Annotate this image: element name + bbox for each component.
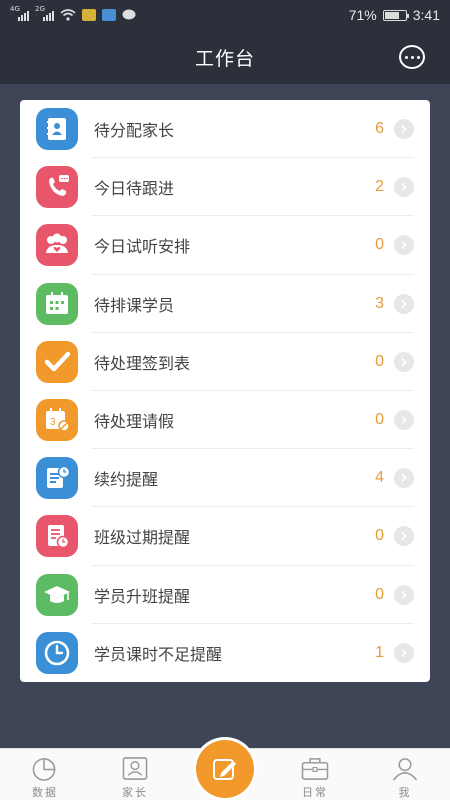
calendar-cancel-icon: 3: [36, 399, 78, 442]
list-item-label: 班级过期提醒: [94, 528, 191, 548]
list-item-label: 待处理请假: [94, 412, 175, 432]
sim2-network-label: 2G: [35, 5, 45, 13]
list-item-label: 今日待跟进: [94, 179, 175, 199]
list-item-label: 学员升班提醒: [94, 586, 191, 606]
list-item-count: 0: [375, 585, 384, 603]
pie-chart-icon: [32, 758, 56, 781]
nav-label: 家长: [122, 786, 148, 799]
task-list-card: 待分配家长 6 今日待跟进 2 今日试听安排 0 待排课学员 3 待处理签到表 0 3 待处理请假 0 续…: [20, 100, 430, 682]
battery-icon: [382, 9, 409, 21]
list-item[interactable]: 待排课学员 3: [20, 275, 430, 333]
list-item-count: 0: [375, 352, 384, 370]
list-item[interactable]: 3 待处理请假 0: [20, 391, 430, 450]
list-item-count: 3: [375, 294, 384, 312]
document-clock-icon: [36, 457, 78, 500]
people-heart-icon: [36, 224, 78, 267]
nav-label: 数据: [32, 786, 58, 799]
app-header: 工作台: [0, 30, 450, 84]
chevron-right-icon: [394, 177, 414, 198]
list-item-count: 0: [375, 411, 384, 429]
person-icon: [392, 758, 418, 781]
list-item[interactable]: 今日待跟进 2: [20, 158, 430, 217]
chevron-right-icon: [394, 119, 414, 140]
list-item[interactable]: 待分配家长 6: [20, 100, 430, 159]
status-bar: 4G 2G 71% 3:41: [0, 0, 450, 30]
chevron-right-icon: [394, 410, 414, 431]
nav-tab-data[interactable]: 数据: [0, 749, 90, 800]
notebook-clock-icon: [36, 515, 78, 558]
list-item-count: 4: [375, 469, 384, 487]
chevron-right-icon: [394, 642, 414, 663]
chevron-right-icon: [394, 351, 414, 372]
signal-icon-2: 2G: [35, 5, 54, 21]
list-item[interactable]: 续约提醒 4: [20, 449, 430, 508]
briefcase-icon: [301, 758, 329, 780]
clock-time: 3:41: [412, 7, 440, 23]
list-item-count: 0: [375, 527, 384, 545]
graduation-cap-icon: [36, 573, 78, 616]
list-item-label: 续约提醒: [94, 470, 159, 490]
page-title: 工作台: [194, 47, 255, 70]
list-item-label: 待分配家长: [94, 121, 175, 141]
nav-label: 日常: [302, 786, 328, 799]
chevron-right-icon: [394, 293, 414, 314]
center-edit-button[interactable]: [193, 737, 257, 800]
app-notification-icon: [82, 9, 96, 21]
list-item-label: 学员课时不足提醒: [94, 644, 223, 664]
nav-label: 我: [398, 786, 412, 799]
sim1-network-label: 4G: [10, 5, 20, 13]
phone-call-icon: [36, 166, 78, 209]
list-item[interactable]: 学员课时不足提醒 1: [20, 624, 430, 682]
checkmark-icon: [36, 340, 78, 383]
clock-icon: [36, 631, 78, 674]
chevron-right-icon: [394, 526, 414, 547]
photo-notification-icon: [102, 9, 116, 21]
chevron-right-icon: [394, 235, 414, 256]
list-item[interactable]: 班级过期提醒 0: [20, 507, 430, 566]
chevron-right-icon: [394, 584, 414, 605]
list-item[interactable]: 待处理签到表 0: [20, 333, 430, 392]
calendar-icon: [36, 282, 78, 325]
nav-tab-me[interactable]: 我: [360, 749, 450, 800]
list-item-count: 6: [375, 120, 384, 138]
signal-icon: 4G: [10, 5, 29, 21]
chat-bubble-icon: [122, 9, 136, 20]
list-item-count: 0: [375, 236, 384, 254]
nav-tab-daily[interactable]: 日常: [270, 749, 360, 800]
list-item[interactable]: 今日试听安排 0: [20, 216, 430, 275]
svg-text:3: 3: [50, 417, 56, 428]
wifi-icon: [60, 9, 76, 21]
edit-icon: [213, 759, 236, 780]
list-item-count: 1: [375, 643, 384, 661]
list-item-label: 待排课学员: [94, 295, 175, 315]
list-item-label: 今日试听安排: [94, 237, 191, 257]
list-item-label: 待处理签到表: [94, 353, 191, 373]
chevron-right-icon: [394, 468, 414, 489]
list-item-count: 2: [375, 178, 384, 196]
more-dots-icon[interactable]: [399, 45, 425, 69]
battery-percent: 71%: [348, 7, 377, 23]
nav-tab-parents[interactable]: 家长: [90, 749, 180, 800]
contacts-icon: [122, 757, 148, 780]
list-item[interactable]: 学员升班提醒 0: [20, 566, 430, 624]
parent-book-icon: [36, 108, 78, 151]
